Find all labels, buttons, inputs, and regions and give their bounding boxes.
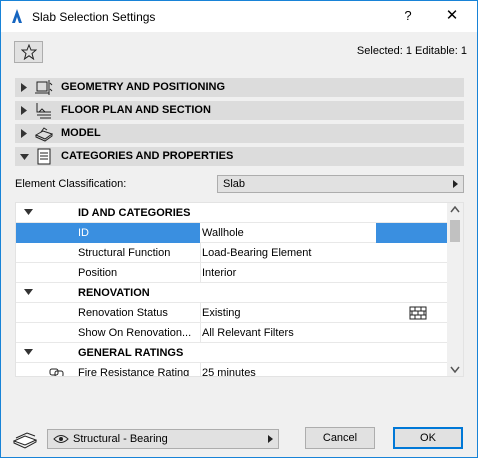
panel-label: FLOOR PLAN AND SECTION: [61, 104, 211, 116]
row-selection-highlight-end: [376, 223, 448, 243]
vertical-scrollbar[interactable]: [447, 203, 463, 376]
model-icon: [35, 127, 53, 142]
cancel-button[interactable]: Cancel: [305, 427, 375, 449]
property-name: Structural Function: [78, 247, 171, 259]
panel-geometry-positioning[interactable]: GEOMETRY AND POSITIONING: [15, 78, 464, 97]
ok-button[interactable]: OK: [393, 427, 463, 449]
properties-grid[interactable]: ID AND CATEGORIES ID Wallhole Structural…: [15, 202, 464, 377]
panel-model[interactable]: MODEL: [15, 124, 464, 143]
window-title: Slab Selection Settings: [32, 10, 156, 24]
property-value[interactable]: All Relevant Filters: [202, 327, 294, 339]
table-row-position[interactable]: Position Interior: [16, 263, 448, 283]
property-name: Position: [78, 267, 118, 279]
scroll-up-icon[interactable]: [450, 206, 460, 213]
property-name: ID: [78, 227, 89, 239]
expand-arrow-icon: [21, 129, 27, 138]
property-value-input[interactable]: Wallhole: [202, 227, 244, 239]
panel-label: GEOMETRY AND POSITIONING: [61, 81, 225, 93]
dialog-window: Slab Selection Settings ? ✕ Selected: 1 …: [0, 0, 478, 458]
collapse-arrow-icon: [24, 289, 33, 295]
dropdown-arrow-icon: [268, 435, 273, 443]
structural-view-value: Structural - Bearing: [73, 433, 168, 445]
help-button[interactable]: ?: [397, 6, 419, 26]
star-icon: [20, 44, 37, 60]
row-selection-highlight: [16, 223, 200, 243]
property-name: Renovation Status: [78, 307, 168, 319]
column-separator: [200, 263, 201, 283]
title-bar: Slab Selection Settings ? ✕: [1, 1, 477, 32]
table-row-show-on-renovation[interactable]: Show On Renovation... All Relevant Filte…: [16, 323, 448, 343]
property-name: Show On Renovation...: [78, 327, 192, 339]
group-row-general-ratings[interactable]: GENERAL RATINGS: [16, 343, 448, 363]
dropdown-arrow-icon: [453, 180, 458, 188]
panel-floor-plan-section[interactable]: FLOOR PLAN AND SECTION: [15, 101, 464, 120]
scroll-down-icon[interactable]: [450, 366, 460, 373]
group-label: GENERAL RATINGS: [78, 347, 184, 359]
group-label: RENOVATION: [78, 287, 150, 299]
column-separator: [200, 303, 201, 323]
properties-icon: [37, 148, 51, 165]
panel-label: CATEGORIES AND PROPERTIES: [61, 150, 234, 162]
column-separator: [200, 363, 201, 376]
favorites-button[interactable]: [14, 41, 43, 63]
archicad-app-icon: [12, 9, 22, 23]
element-classification-label: Element Classification:: [15, 178, 127, 190]
group-row-id-categories[interactable]: ID AND CATEGORIES: [16, 203, 448, 223]
column-separator: [200, 243, 201, 263]
table-row-fire-resistance[interactable]: Fire Resistance Rating 25 minutes: [16, 363, 448, 377]
selection-count: Selected: 1 Editable: 1: [356, 45, 467, 57]
expand-arrow-icon: [21, 83, 27, 92]
collapse-arrow-icon: [20, 154, 29, 160]
slab-tool-icon: [13, 432, 37, 449]
scrollbar-thumb[interactable]: [450, 220, 460, 242]
panel-label: MODEL: [61, 127, 101, 139]
property-value[interactable]: Load-Bearing Element: [202, 247, 311, 259]
column-separator: [200, 323, 201, 343]
table-row-structural-function[interactable]: Structural Function Load-Bearing Element: [16, 243, 448, 263]
table-row-id[interactable]: ID Wallhole: [16, 223, 448, 243]
expand-arrow-icon: [21, 106, 27, 115]
property-value[interactable]: Existing: [202, 307, 241, 319]
renovation-status-icon: [409, 306, 427, 320]
group-row-renovation[interactable]: RENOVATION: [16, 283, 448, 303]
panel-categories-properties[interactable]: CATEGORIES AND PROPERTIES: [15, 147, 464, 166]
property-value[interactable]: Interior: [202, 267, 236, 279]
close-button[interactable]: ✕: [441, 6, 463, 26]
element-classification-dropdown[interactable]: Slab: [217, 175, 464, 193]
geometry-icon: [35, 80, 53, 95]
floor-plan-icon: [36, 103, 51, 119]
eye-icon: [53, 435, 69, 443]
structural-view-dropdown[interactable]: Structural - Bearing: [47, 429, 279, 449]
property-name: Fire Resistance Rating: [78, 367, 190, 377]
element-classification-value: Slab: [223, 178, 246, 190]
link-icon: [49, 368, 64, 376]
group-label: ID AND CATEGORIES: [78, 207, 191, 219]
collapse-arrow-icon: [24, 209, 33, 215]
table-row-renovation-status[interactable]: Renovation Status Existing: [16, 303, 448, 323]
property-value[interactable]: 25 minutes: [202, 367, 256, 376]
collapse-arrow-icon: [24, 349, 33, 355]
